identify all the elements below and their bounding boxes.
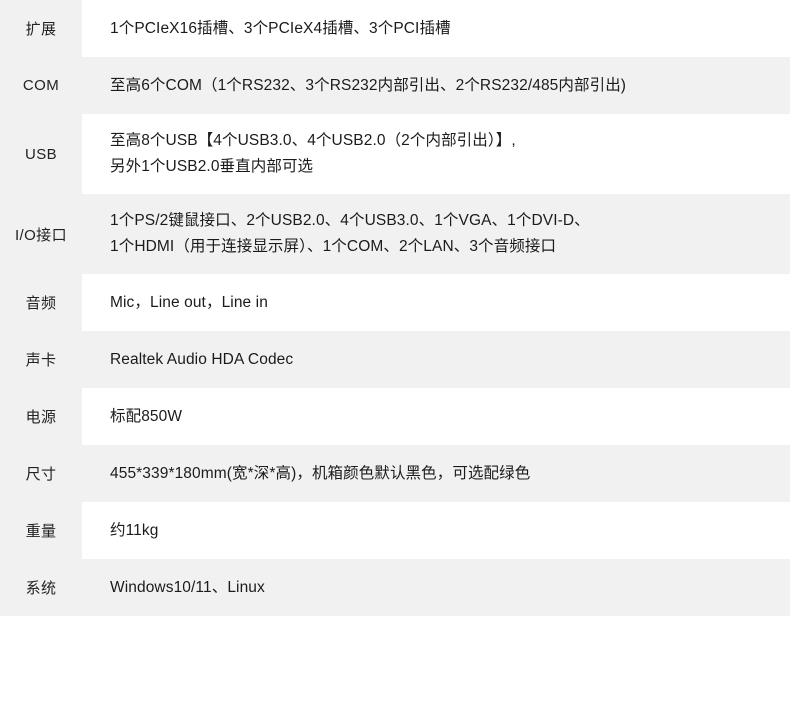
spec-label-cell: 重量: [0, 502, 82, 559]
spec-value-cell: Mic，Line out，Line in: [82, 274, 790, 331]
table-row: 声卡 Realtek Audio HDA Codec: [0, 331, 790, 388]
spec-value-line: Windows10/11、Linux: [110, 578, 265, 596]
spec-value-cell: Realtek Audio HDA Codec: [82, 331, 790, 388]
table-row: 音频 Mic，Line out，Line in: [0, 274, 790, 331]
spec-label-cell: COM: [0, 57, 82, 114]
table-row: 重量 约11kg: [0, 502, 790, 559]
spec-label-cell: 扩展: [0, 0, 82, 57]
spec-label-cell: 尺寸: [0, 445, 82, 502]
spec-value-line: 至高6个COM（1个RS232、3个RS232内部引出、2个RS232/485内…: [110, 76, 627, 94]
spec-value-line: 1个PS/2键鼠接口、2个USB2.0、4个USB3.0、1个VGA、1个DVI…: [110, 212, 590, 229]
spec-value-line: Realtek Audio HDA Codec: [110, 350, 294, 368]
spec-value-line: Mic，Line out，Line in: [110, 293, 268, 311]
spec-value-line: 1个PCIeX16插槽、3个PCIeX4插槽、3个PCI插槽: [110, 19, 451, 37]
spec-label-cell: 系统: [0, 559, 82, 616]
spec-value-line: 455*339*180mm(宽*深*高)，机箱颜色默认黑色，可选配绿色: [110, 464, 531, 482]
spec-label-cell: I/O接口: [0, 194, 82, 274]
spec-value-line: 标配850W: [110, 407, 183, 425]
spec-label-cell: 电源: [0, 388, 82, 445]
table-row: COM 至高6个COM（1个RS232、3个RS232内部引出、2个RS232/4…: [0, 57, 790, 114]
table-row: 尺寸 455*339*180mm(宽*深*高)，机箱颜色默认黑色，可选配绿色: [0, 445, 790, 502]
spec-value-cell: 1个PCIeX16插槽、3个PCIeX4插槽、3个PCI插槽: [82, 0, 790, 57]
table-row: 电源 标配850W: [0, 388, 790, 445]
spec-value-cell: 约11kg: [82, 502, 790, 559]
table-row: I/O接口 1个PS/2键鼠接口、2个USB2.0、4个USB3.0、1个VGA、…: [0, 194, 790, 274]
spec-value-cell: 1个PS/2键鼠接口、2个USB2.0、4个USB3.0、1个VGA、1个DVI…: [82, 194, 790, 274]
spec-label-cell: 声卡: [0, 331, 82, 388]
table-row: 系统 Windows10/11、Linux: [0, 559, 790, 616]
spec-value-line: 另外1个USB2.0垂直内部可选: [110, 158, 314, 175]
spec-value-line: 1个HDMI（用于连接显示屏）、1个COM、2个LAN、3个音频接口: [110, 238, 557, 255]
spec-value-line: 至高8个USB【4个USB3.0、4个USB2.0（2个内部引出）】,: [110, 132, 516, 149]
table-row: 扩展 1个PCIeX16插槽、3个PCIeX4插槽、3个PCI插槽: [0, 0, 790, 57]
spec-value-line: 约11kg: [110, 521, 159, 539]
specification-table: 扩展 1个PCIeX16插槽、3个PCIeX4插槽、3个PCI插槽 COM 至高6个C…: [0, 0, 790, 616]
spec-value-cell: 至高6个COM（1个RS232、3个RS232内部引出、2个RS232/485内…: [82, 57, 790, 114]
spec-label-cell: 音频: [0, 274, 82, 331]
spec-table-body: 扩展 1个PCIeX16插槽、3个PCIeX4插槽、3个PCI插槽 COM 至高6个C…: [0, 0, 790, 616]
spec-value-cell: 至高8个USB【4个USB3.0、4个USB2.0（2个内部引出）】, 另外1个U…: [82, 114, 790, 194]
spec-value-cell: Windows10/11、Linux: [82, 559, 790, 616]
table-row: USB 至高8个USB【4个USB3.0、4个USB2.0（2个内部引出）】, 另外…: [0, 114, 790, 194]
spec-value-cell: 标配850W: [82, 388, 790, 445]
spec-value-cell: 455*339*180mm(宽*深*高)，机箱颜色默认黑色，可选配绿色: [82, 445, 790, 502]
spec-label-cell: USB: [0, 114, 82, 194]
